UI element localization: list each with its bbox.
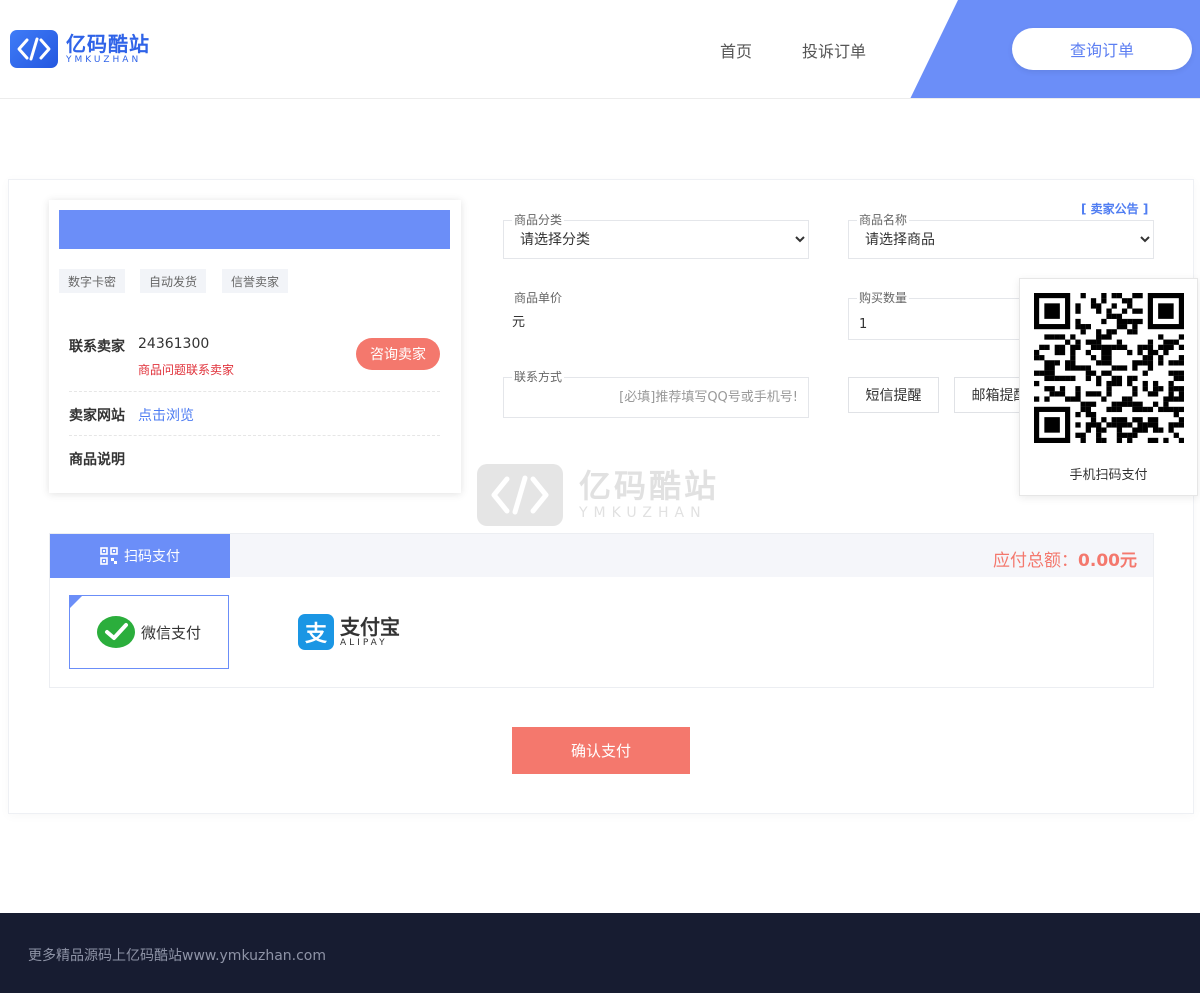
contact-field: 联系方式 [503, 368, 809, 418]
qr-code-popup: 手机扫码支付 [1019, 278, 1198, 496]
nav-home[interactable]: 首页 [720, 38, 752, 62]
product-field: 商品名称 请选择商品 [848, 211, 1154, 259]
seller-info-card: 数字卡密 自动发货 信誉卖家 联系卖家 24361300 商品问题联系卖家 咨询… [49, 200, 461, 493]
seller-website-link[interactable]: 点击浏览 [138, 405, 194, 425]
alipay-en-label: ALIPAY [340, 638, 388, 648]
footer-text: 更多精品源码上亿码酷站www.ymkuzhan.com [28, 948, 327, 964]
nav-complaint-order[interactable]: 投诉订单 [802, 38, 866, 62]
qr-code-icon [100, 547, 118, 565]
payment-qr-code [1034, 293, 1184, 443]
contact-seller-label: 联系卖家 [69, 339, 125, 355]
header: 亿码酷站 YMKUZHAN 首页 投诉订单 查询订单 [0, 0, 1200, 99]
alipay-logo-icon: 支 [298, 614, 334, 650]
qr-caption: 手机扫码支付 [1069, 468, 1148, 483]
alipay-option[interactable]: 支 支付宝 ALIPAY [269, 595, 429, 669]
wechat-check-icon [96, 616, 135, 648]
wechat-pay-label: 微信支付 [140, 623, 201, 642]
total-value: 0.00元 [1078, 551, 1137, 571]
sms-reminder-button[interactable]: 短信提醒 [848, 377, 939, 413]
category-select[interactable]: 请选择分类 [504, 221, 808, 258]
product-select[interactable]: 请选择商品 [849, 221, 1153, 258]
confirm-pay-button[interactable]: 确认支付 [512, 727, 690, 774]
divider [69, 391, 440, 392]
contact-hint: 商品问题联系卖家 [138, 363, 235, 377]
total-label: 应付总额： [993, 551, 1079, 571]
seller-website-label: 卖家网站 [69, 408, 125, 424]
code-brackets-icon [10, 30, 58, 68]
logo-title: 亿码酷站 [66, 32, 150, 56]
tag-trusted-seller: 信誉卖家 [222, 269, 289, 293]
contact-input[interactable] [504, 378, 808, 417]
wechat-pay-option[interactable]: 微信支付 [69, 595, 229, 669]
footer: 更多精品源码上亿码酷站www.ymkuzhan.com [0, 913, 1200, 993]
query-order-button[interactable]: 查询订单 [1012, 28, 1192, 70]
seller-banner [59, 210, 450, 249]
tag-auto-delivery: 自动发货 [140, 269, 207, 293]
payment-section: 扫码支付 应付总额：0.00元 微信支付 支 支付宝 ALIPAY [49, 533, 1154, 688]
price-field: 商品单价 元 [503, 289, 809, 340]
seller-notice-link[interactable]: [ 卖家公告 ] [1081, 200, 1148, 217]
scan-pay-tab[interactable]: 扫码支付 [50, 534, 230, 578]
product-desc-label: 商品说明 [69, 452, 125, 468]
tag-digital-card: 数字卡密 [59, 269, 126, 293]
price-value: 元 [512, 315, 526, 330]
order-card: 数字卡密 自动发货 信誉卖家 联系卖家 24361300 商品问题联系卖家 咨询… [8, 179, 1194, 814]
consult-seller-button[interactable]: 咨询卖家 [356, 338, 440, 370]
logo-subtitle: YMKUZHAN [66, 55, 142, 65]
category-field: 商品分类 请选择分类 [503, 211, 809, 259]
alipay-label: 支付宝 [340, 615, 400, 639]
price-label: 商品单价 [512, 289, 565, 306]
seller-qq: 24361300 [138, 336, 210, 352]
divider [69, 435, 440, 436]
scan-pay-label: 扫码支付 [124, 549, 180, 565]
logo[interactable]: 亿码酷站 YMKUZHAN [10, 30, 150, 68]
total-amount: 应付总额：0.00元 [993, 546, 1137, 571]
